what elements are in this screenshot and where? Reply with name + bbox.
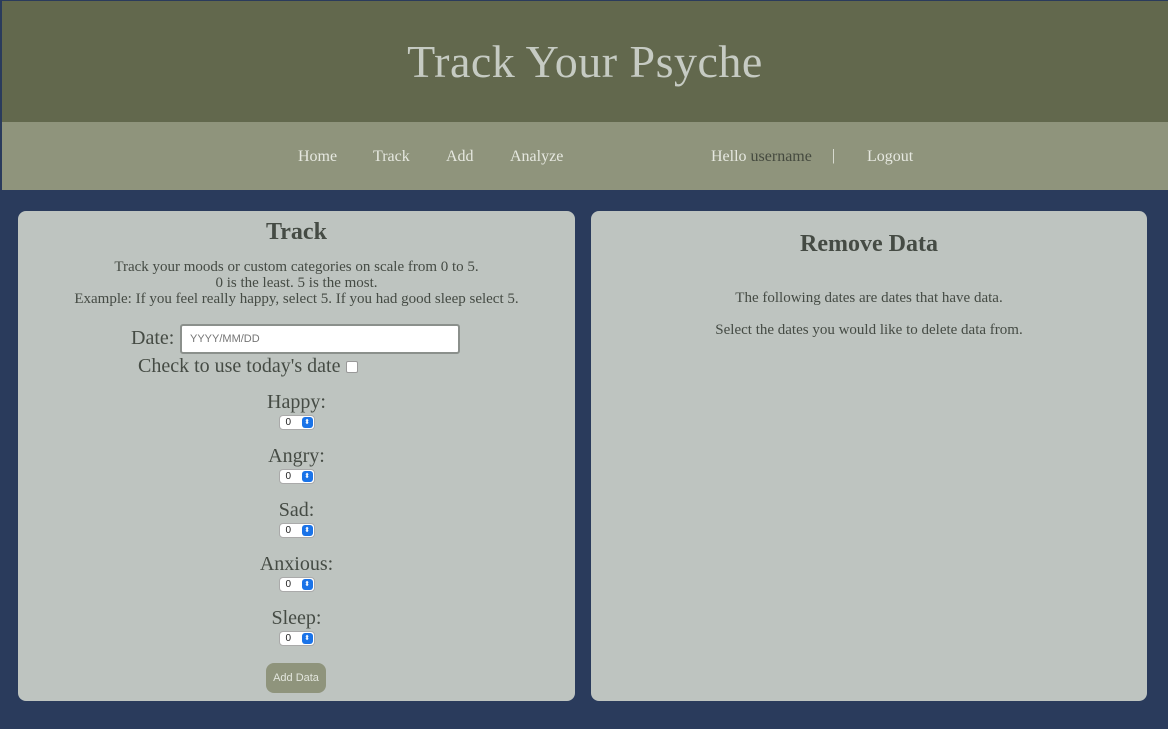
select-arrows-icon: ⬍ [301,471,313,482]
nav-home-link[interactable]: Home [298,148,337,166]
nav-separator: | [832,147,836,164]
nav-logout-link[interactable]: Logout [867,148,913,166]
angry-select[interactable]: 0 ⬍ [278,469,315,484]
remove-panel: Remove Data The following dates are date… [591,211,1147,701]
site-title: Track Your Psyche [407,36,763,87]
select-value: 0 [285,579,292,590]
field-happy: Happy: 0 ⬍ [18,392,575,430]
sad-select[interactable]: 0 ⬍ [278,523,315,538]
select-arrows-icon: ⬍ [301,525,313,536]
field-anxious: Anxious: 0 ⬍ [18,554,575,592]
select-arrows-icon: ⬍ [301,633,313,644]
greeting: Hello username [711,148,812,166]
description-line: 0 is the least. 5 is the most. [215,275,378,291]
field-label: Happy: [267,391,326,413]
remove-title: Remove Data [800,231,938,257]
site-header: Track Your Psyche [2,1,1168,122]
select-value: 0 [285,525,292,536]
field-sad: Sad: 0 ⬍ [18,500,575,538]
select-value: 0 [285,417,292,428]
description-line: Example: If you feel really happy, selec… [74,291,519,307]
select-value: 0 [285,633,292,644]
description-line: Track your moods or custom categories on… [114,259,479,275]
select-arrows-icon: ⬍ [301,579,313,590]
field-label: Sleep: [271,607,322,629]
today-checkbox[interactable] [346,361,359,374]
select-arrows-icon: ⬍ [301,417,313,428]
nav-track-link[interactable]: Track [373,148,410,166]
track-panel: Track Track your moods or custom categor… [18,211,575,701]
field-label: Sad: [278,499,315,521]
nav-add-link[interactable]: Add [446,148,474,166]
add-data-button[interactable]: Add Data [266,663,326,693]
today-label: Check to use today's date [138,355,341,377]
track-title: Track [266,219,327,245]
nav-bar: Home Track Add Analyze Hello username | … [2,122,1168,190]
field-label: Anxious: [259,553,334,575]
today-row: Check to use today's date [138,355,359,378]
remove-info-line: The following dates are dates that have … [735,290,1003,306]
anxious-select[interactable]: 0 ⬍ [278,577,315,592]
happy-select[interactable]: 0 ⬍ [278,415,315,430]
date-label: Date: [131,327,175,349]
field-angry: Angry: 0 ⬍ [18,446,575,484]
remove-instruction-line: Select the dates you would like to delet… [715,322,1023,338]
greeting-prefix: Hello [711,148,747,165]
nav-analyze-link[interactable]: Analyze [510,148,563,166]
select-value: 0 [285,471,292,482]
track-description: Track your moods or custom categories on… [18,259,575,307]
field-sleep: Sleep: 0 ⬍ [18,608,575,646]
field-label: Angry: [268,445,325,467]
sleep-select[interactable]: 0 ⬍ [278,631,315,646]
date-input[interactable] [180,324,460,354]
username-text: username [750,148,812,165]
